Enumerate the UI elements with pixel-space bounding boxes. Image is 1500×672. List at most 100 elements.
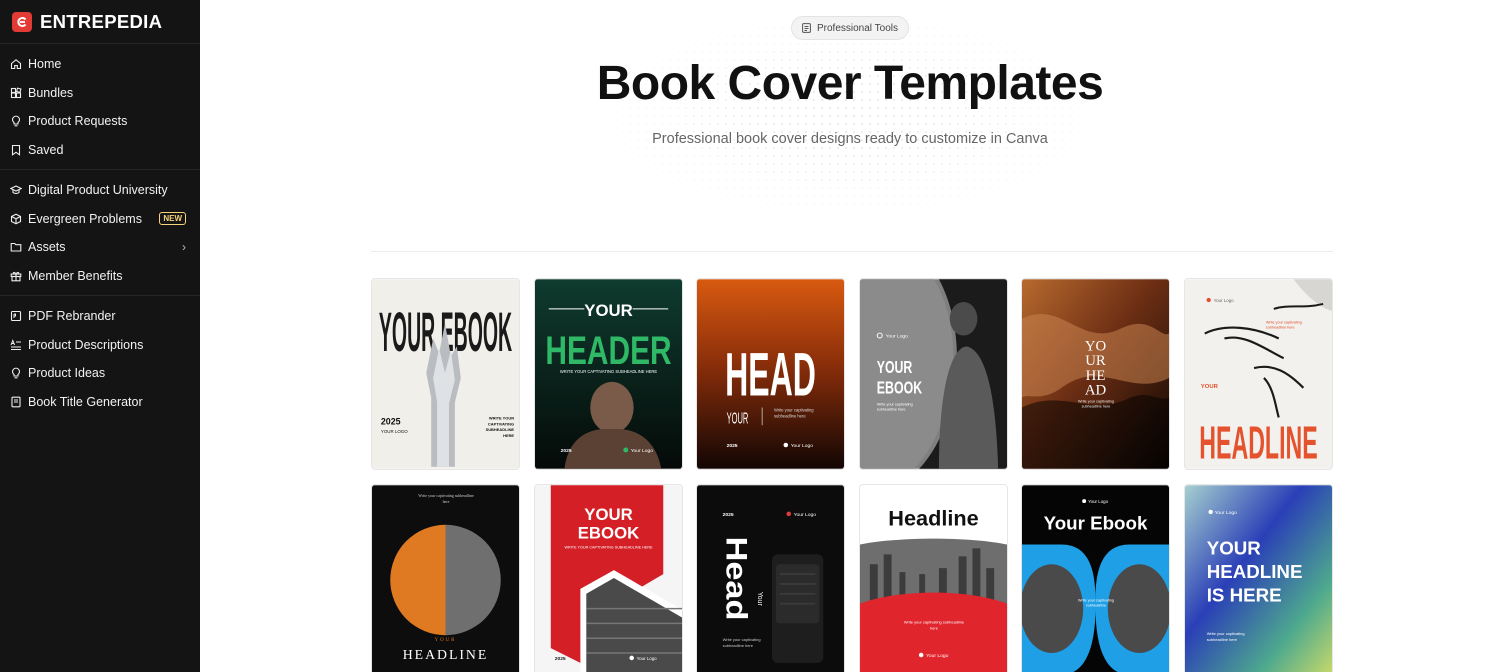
sidebar-item-label: Saved <box>28 142 64 157</box>
sidebar-item-label: Home <box>28 57 62 72</box>
lightbulb-icon <box>10 367 22 379</box>
logo-icon <box>1082 499 1087 504</box>
cover-logo-text: Your Logo <box>1088 499 1109 504</box>
gift-icon <box>10 270 22 282</box>
cover-subheadline: WRITE YOUR CAPTIVATING SUBHEADLINE HERE <box>564 545 652 549</box>
bundles-icon <box>10 87 22 99</box>
cover-title: Your Ebook <box>1044 513 1148 534</box>
entrepedia-logo-icon <box>12 11 32 32</box>
cover-title: AD <box>1085 383 1107 399</box>
cover-subheadline: Write your captivating subheadline here <box>774 407 814 418</box>
cover-year: 2025 <box>723 512 734 518</box>
sidebar-item-product-descriptions[interactable]: Product Descriptions <box>0 331 200 360</box>
brand-name: ENTREPEDIA <box>40 10 163 32</box>
cover-subheadline: Write your captivating subheadline <box>1078 598 1115 608</box>
cover-subheadline: Write your captivating subheadline here <box>903 619 964 630</box>
cover-subheadline: Write your captivating subheadline here <box>876 402 913 412</box>
template-card[interactable]: Your Logo Write your captivating subhead… <box>1184 278 1333 470</box>
cover-title: HEAD <box>725 341 816 409</box>
logo-icon <box>786 511 792 517</box>
sidebar-item-label: Bundles <box>28 85 74 100</box>
cover-title: HE <box>1086 368 1106 384</box>
cover-subheadline: WRITE YOUR CAPTIVATING SUBHEADLINE HERE <box>485 415 515 439</box>
lightbulb-icon <box>10 115 22 127</box>
sidebar-item-pdf-rebrander[interactable]: PDF Rebrander <box>0 302 200 331</box>
template-card[interactable]: Your Logo YOUR EBOOK Write your captivat… <box>858 278 1008 470</box>
template-card[interactable]: HEAD YOUR Write your captivating subhead… <box>696 278 846 470</box>
cover-subheadline: Write your captivating subheadline here <box>1265 320 1302 330</box>
cover-title-line2: HEADLINE <box>1207 561 1303 582</box>
sidebar-item-home[interactable]: Home <box>0 50 200 79</box>
cover-title: UR <box>1086 353 1107 369</box>
sidebar-item-assets[interactable]: Assets › <box>0 233 200 262</box>
divider <box>371 251 1333 252</box>
cover-title: HEADER <box>545 329 671 373</box>
sidebar-item-label: Book Title Generator <box>28 394 143 409</box>
template-card[interactable]: Write your captivating subheadline here … <box>371 484 520 672</box>
cover-thumbnail: Headline Write your captivating subheadl… <box>859 485 1007 672</box>
template-card[interactable]: YOUR EBOOK 2025 YOUR LOGO WRITE YOUR CAP… <box>371 278 520 470</box>
folder-icon <box>10 241 22 253</box>
cover-title: Headline <box>888 506 978 531</box>
template-card[interactable]: YO UR HE AD Write your captivating subhe… <box>1021 278 1171 470</box>
template-card[interactable]: YOUR EBOOK WRITE YOUR CAPTIVATING SUBHEA… <box>533 484 683 672</box>
cover-title: YOUR <box>877 357 913 377</box>
cover-thumbnail: HEAD YOUR Write your captivating subhead… <box>697 279 845 469</box>
sidebar-item-label: Digital Product University <box>28 183 168 198</box>
sidebar-item-label: PDF Rebrander <box>28 309 116 324</box>
sidebar: ENTREPEDIA Home Bundles Product Requests… <box>0 0 200 672</box>
template-card[interactable]: Headline Write your captivating subheadl… <box>858 484 1008 672</box>
sidebar-item-label: Evergreen Problems <box>28 211 142 226</box>
page-subtitle: Professional book cover designs ready to… <box>652 131 1048 147</box>
cover-year: 2025 <box>727 443 738 449</box>
sidebar-item-product-requests[interactable]: Product Requests <box>0 107 200 136</box>
brand[interactable]: ENTREPEDIA <box>0 0 200 44</box>
sidebar-item-label: Product Descriptions <box>28 337 144 352</box>
cover-logo-text: Your Logo <box>1214 298 1235 303</box>
cover-year: 2025 <box>560 448 571 454</box>
cover-logo-text: Your Logo <box>926 653 949 659</box>
sidebar-item-product-ideas[interactable]: Product Ideas <box>0 359 200 388</box>
cover-thumbnail: Your Logo Write your captivating subhead… <box>1185 279 1332 469</box>
sidebar-item-member-benefits[interactable]: Member Benefits <box>0 262 200 291</box>
main-content: Professional Tools Book Cover Templates … <box>200 0 1500 672</box>
logo-icon <box>918 652 924 658</box>
nav-group-tools: PDF Rebrander Product Descriptions Produ… <box>0 296 200 421</box>
home-icon <box>10 58 22 70</box>
cover-thumbnail: YOUR HEADER WRITE YOUR CAPTIVATING SUBHE… <box>534 279 682 469</box>
cover-logo-text: Your Logo <box>1215 510 1238 516</box>
sidebar-item-evergreen-problems[interactable]: Evergreen Problems NEW <box>0 205 200 234</box>
cover-thumbnail: YOUR EBOOK 2025 YOUR LOGO WRITE YOUR CAP… <box>372 279 519 469</box>
document-icon <box>802 23 811 33</box>
cover-title: HEADLINE <box>403 647 489 662</box>
logo-icon <box>622 447 628 453</box>
sidebar-item-saved[interactable]: Saved <box>0 136 200 165</box>
cover-title: YO <box>1085 338 1107 354</box>
cover-title-line2: EBOOK <box>877 378 923 398</box>
sidebar-item-label: Assets <box>28 240 66 255</box>
sidebar-item-label: Product Requests <box>28 114 128 129</box>
cover-title: YOUR <box>1207 537 1262 558</box>
cover-thumbnail: Your Logo YOUR EBOOK Write your captivat… <box>859 279 1007 469</box>
new-badge: NEW <box>159 212 186 226</box>
template-card[interactable]: Your Logo Your Ebook Write your captivat… <box>1021 484 1171 672</box>
logo-icon <box>783 442 789 448</box>
sidebar-item-label: Member Benefits <box>28 268 123 283</box>
cover-kicker: YOUR <box>584 301 632 320</box>
template-card[interactable]: Your Logo YOUR HEADLINE IS HERE Write yo… <box>1184 484 1333 672</box>
cover-subheadline: Write your captivating subheadline here <box>1078 399 1115 409</box>
cover-subheadline: Write your captivating subheadline here <box>722 637 761 648</box>
cover-title-line2: EBOOK <box>577 524 638 543</box>
template-card[interactable]: YOUR HEADER WRITE YOUR CAPTIVATING SUBHE… <box>533 278 683 470</box>
sidebar-item-book-title-generator[interactable]: Book Title Generator <box>0 388 200 417</box>
template-card[interactable]: 2025 Your Logo Head Your Write your capt… <box>696 484 846 672</box>
logo-icon <box>1206 297 1211 303</box>
cover-logo-text: Your Logo <box>794 512 817 518</box>
cover-logo-text: Your Logo <box>885 333 908 339</box>
chevron-right-icon[interactable]: › <box>182 240 186 254</box>
pdf-icon <box>10 310 22 322</box>
sidebar-item-digital-product-university[interactable]: Digital Product University <box>0 176 200 205</box>
cover-logo-text: Your Logo <box>636 656 657 661</box>
sidebar-item-bundles[interactable]: Bundles <box>0 79 200 108</box>
cover-year: 2025 <box>381 416 401 426</box>
